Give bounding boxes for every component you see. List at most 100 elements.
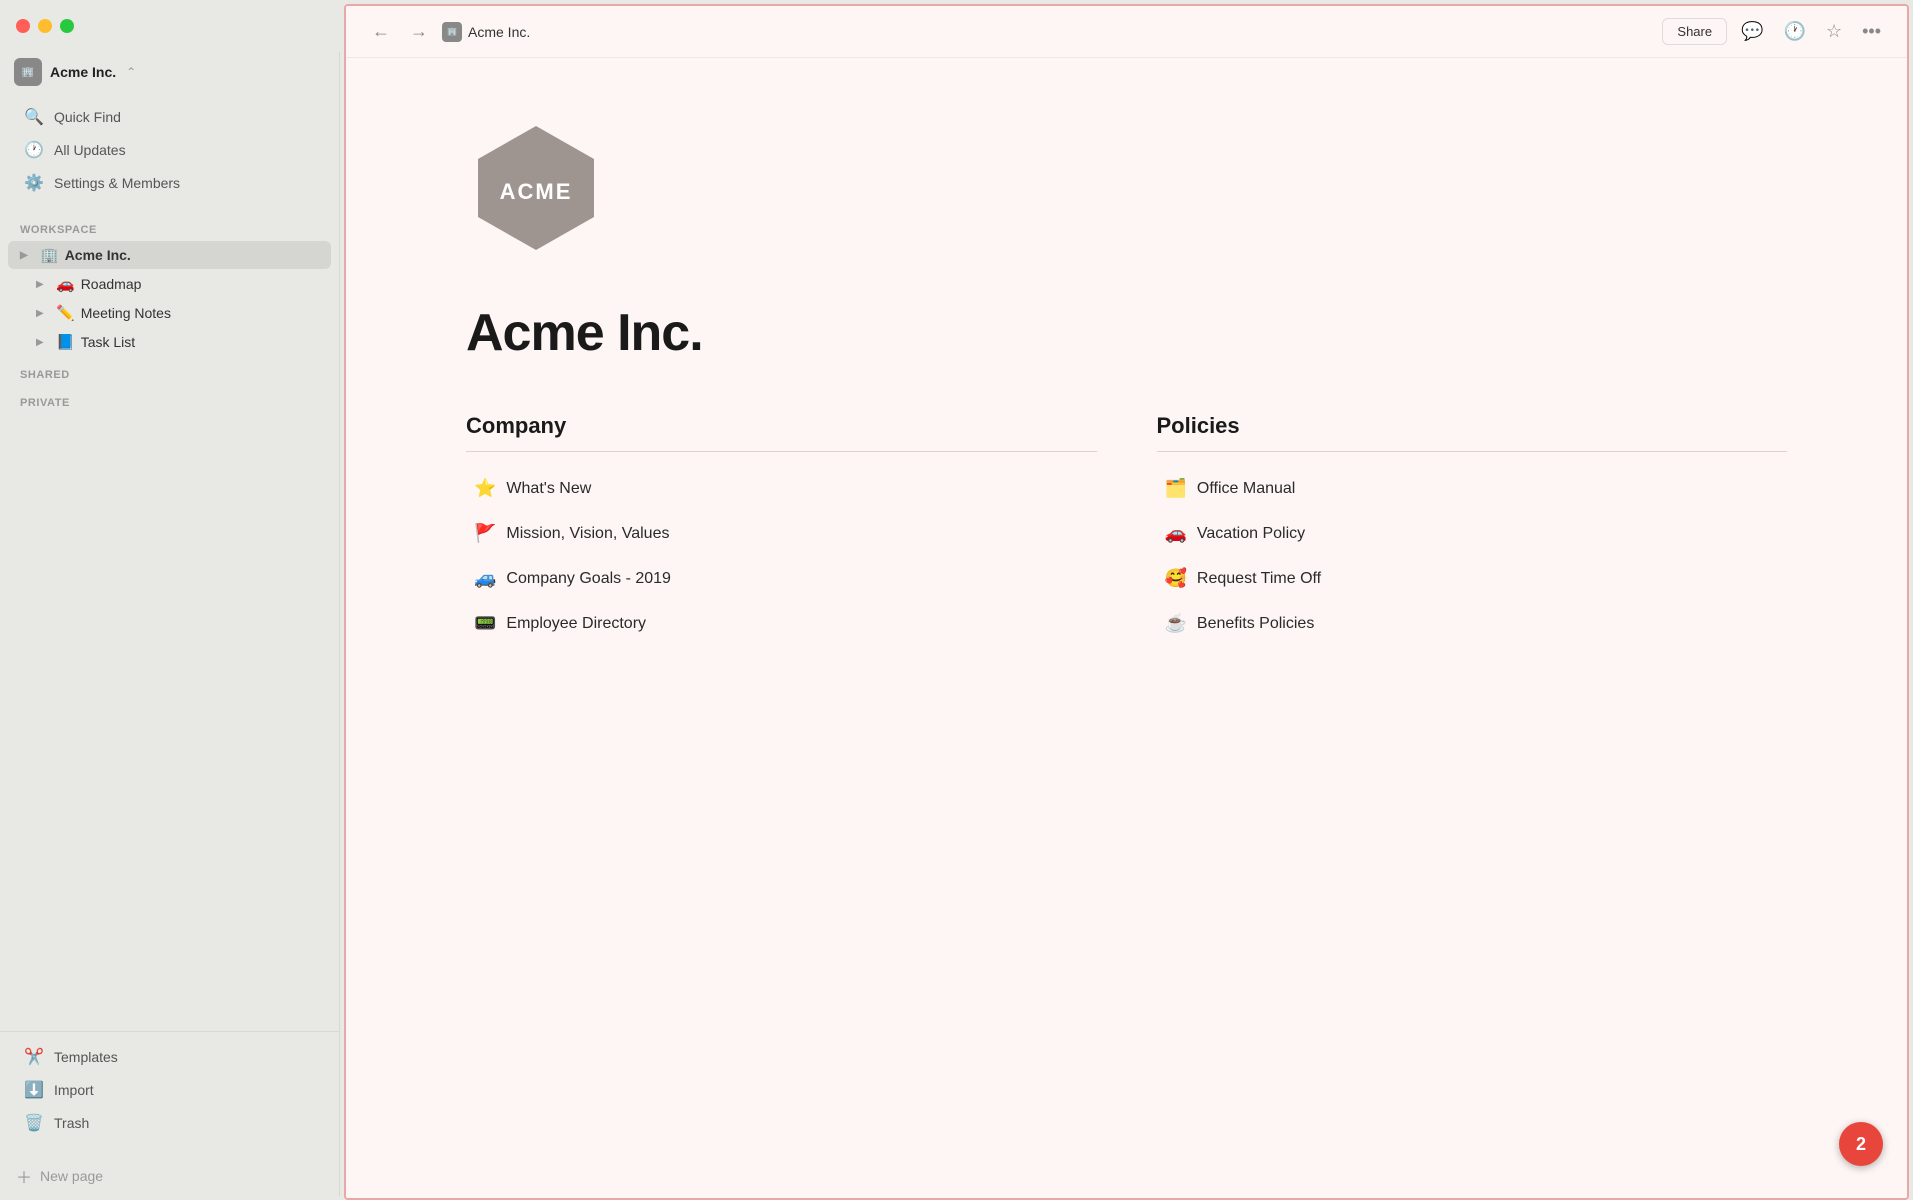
company-section: Company ⭐ What's New 🚩 Mission, Vision, …: [466, 413, 1097, 644]
shared-section-label: SHARED: [0, 357, 339, 385]
meeting-notes-emoji: ✏️: [56, 304, 75, 322]
sidebar-item-acme-inc[interactable]: ▶ 🏢 Acme Inc.: [8, 241, 331, 269]
search-icon: 🔍: [24, 107, 44, 127]
page-grid: Company ⭐ What's New 🚩 Mission, Vision, …: [466, 413, 1787, 644]
comment-button[interactable]: 💬: [1735, 17, 1769, 46]
chevron-right-icon: ▶: [36, 308, 50, 319]
breadcrumb-title: Acme Inc.: [468, 24, 530, 40]
sleepy-icon: 🥰: [1165, 568, 1187, 589]
sidebar-item-task-list[interactable]: ▶ 📘 Task List: [8, 328, 331, 356]
page-title: Acme Inc.: [466, 303, 1787, 363]
company-list: ⭐ What's New 🚩 Mission, Vision, Values 🚙…: [466, 468, 1097, 644]
roadmap-emoji: 🚗: [56, 275, 75, 293]
flag-icon: 🚩: [474, 523, 496, 544]
pager-icon: 📟: [474, 613, 496, 634]
sidebar-item-roadmap[interactable]: ▶ 🚗 Roadmap: [8, 270, 331, 298]
notification-badge[interactable]: 2: [1839, 1122, 1883, 1166]
sidebar-item-trash[interactable]: 🗑️ Trash: [8, 1107, 331, 1139]
templates-label: Templates: [54, 1049, 118, 1065]
favorite-button[interactable]: ☆: [1820, 17, 1848, 46]
chevron-right-icon: ▶: [20, 250, 34, 261]
minimize-button[interactable]: [38, 19, 52, 33]
acme-inc-label: Acme Inc.: [65, 247, 131, 263]
workspace-name: Acme Inc.: [50, 64, 116, 80]
more-button[interactable]: •••: [1856, 17, 1887, 46]
car-red-icon: 🚗: [1165, 523, 1187, 544]
maximize-button[interactable]: [60, 19, 74, 33]
list-item-office-manual[interactable]: 🗂️ Office Manual: [1157, 468, 1788, 509]
mission-label: Mission, Vision, Values: [506, 525, 669, 543]
topbar: ← → 🏢 Acme Inc. Share 💬 🕐 ☆ •••: [346, 6, 1907, 58]
page-logo: ACME: [466, 118, 1787, 263]
sidebar-bottom: ✂️ Templates ⬇️ Import 🗑️ Trash: [0, 1031, 339, 1156]
office-manual-label: Office Manual: [1197, 480, 1295, 498]
sidebar-item-settings[interactable]: ⚙️ Settings & Members: [8, 167, 331, 199]
topbar-actions: Share 💬 🕐 ☆ •••: [1662, 17, 1887, 46]
benefits-policies-label: Benefits Policies: [1197, 615, 1314, 633]
sidebar-item-meeting-notes[interactable]: ▶ ✏️ Meeting Notes: [8, 299, 331, 327]
policies-heading: Policies: [1157, 413, 1788, 452]
workspace-chevron-icon: ⌃: [126, 65, 136, 79]
new-page-label: New page: [40, 1168, 103, 1184]
close-button[interactable]: [16, 19, 30, 33]
breadcrumb: 🏢 Acme Inc.: [442, 22, 530, 42]
coffee-icon: ☕: [1165, 613, 1187, 634]
all-updates-label: All Updates: [54, 142, 126, 158]
workspace-icon: 🏢: [14, 58, 42, 86]
roadmap-label: Roadmap: [81, 276, 142, 292]
chevron-right-icon: ▶: [36, 337, 50, 348]
acme-hex-svg: ACME: [466, 118, 606, 258]
whats-new-label: What's New: [506, 480, 591, 498]
employee-directory-label: Employee Directory: [506, 615, 646, 633]
import-icon: ⬇️: [24, 1080, 44, 1100]
plus-icon: ＋: [16, 1164, 32, 1188]
task-list-emoji: 📘: [56, 333, 75, 351]
share-button[interactable]: Share: [1662, 18, 1727, 45]
titlebar: [0, 0, 340, 52]
task-list-label: Task List: [81, 334, 135, 350]
sidebar-item-quick-find[interactable]: 🔍 Quick Find: [8, 101, 331, 133]
star-icon: ⭐: [474, 478, 496, 499]
templates-icon: ✂️: [24, 1047, 44, 1067]
list-item-benefits-policies[interactable]: ☕ Benefits Policies: [1157, 603, 1788, 644]
car-blue-icon: 🚙: [474, 568, 496, 589]
forward-button[interactable]: →: [404, 17, 434, 46]
list-item-mission[interactable]: 🚩 Mission, Vision, Values: [466, 513, 1097, 554]
chevron-right-icon: ▶: [36, 279, 50, 290]
company-heading: Company: [466, 413, 1097, 452]
list-item-request-time-off[interactable]: 🥰 Request Time Off: [1157, 558, 1788, 599]
list-item-employee-directory[interactable]: 📟 Employee Directory: [466, 603, 1097, 644]
trash-label: Trash: [54, 1115, 89, 1131]
vacation-policy-label: Vacation Policy: [1197, 525, 1305, 543]
settings-label: Settings & Members: [54, 175, 180, 191]
clock-icon: 🕐: [24, 140, 44, 160]
main-content: ← → 🏢 Acme Inc. Share 💬 🕐 ☆ ••• ACME Acm…: [344, 4, 1909, 1200]
list-item-vacation-policy[interactable]: 🚗 Vacation Policy: [1157, 513, 1788, 554]
svg-text:ACME: ACME: [500, 179, 573, 204]
back-button[interactable]: ←: [366, 17, 396, 46]
workspace-section-label: WORKSPACE: [0, 212, 339, 240]
history-button[interactable]: 🕐: [1778, 17, 1812, 46]
company-goals-label: Company Goals - 2019: [506, 570, 671, 588]
sidebar-item-all-updates[interactable]: 🕐 All Updates: [8, 134, 331, 166]
cabinet-icon: 🗂️: [1165, 478, 1187, 499]
request-time-off-label: Request Time Off: [1197, 570, 1321, 588]
sidebar-item-templates[interactable]: ✂️ Templates: [8, 1041, 331, 1073]
sidebar-nav: 🔍 Quick Find 🕐 All Updates ⚙️ Settings &…: [0, 92, 339, 208]
sidebar-item-import[interactable]: ⬇️ Import: [8, 1074, 331, 1106]
workspace-section: WORKSPACE ▶ 🏢 Acme Inc. ▶ 🚗 Roadmap ▶ ✏️…: [0, 212, 339, 357]
list-item-whats-new[interactable]: ⭐ What's New: [466, 468, 1097, 509]
sidebar: 🏢 Acme Inc. ⌃ 🔍 Quick Find 🕐 All Updates…: [0, 0, 340, 1196]
new-page-button[interactable]: ＋ New page: [0, 1156, 339, 1196]
list-item-company-goals[interactable]: 🚙 Company Goals - 2019: [466, 558, 1097, 599]
import-label: Import: [54, 1082, 94, 1098]
meeting-notes-label: Meeting Notes: [81, 305, 171, 321]
policies-section: Policies 🗂️ Office Manual 🚗 Vacation Pol…: [1157, 413, 1788, 644]
acme-emoji: 🏢: [40, 246, 59, 264]
private-section-label: PRIVATE: [0, 385, 339, 413]
page-body: ACME Acme Inc. Company ⭐ What's New 🚩 Mi…: [346, 58, 1907, 1198]
gear-icon: ⚙️: [24, 173, 44, 193]
quick-find-label: Quick Find: [54, 109, 121, 125]
topbar-workspace-icon: 🏢: [442, 22, 462, 42]
workspace-header[interactable]: 🏢 Acme Inc. ⌃: [0, 52, 339, 92]
